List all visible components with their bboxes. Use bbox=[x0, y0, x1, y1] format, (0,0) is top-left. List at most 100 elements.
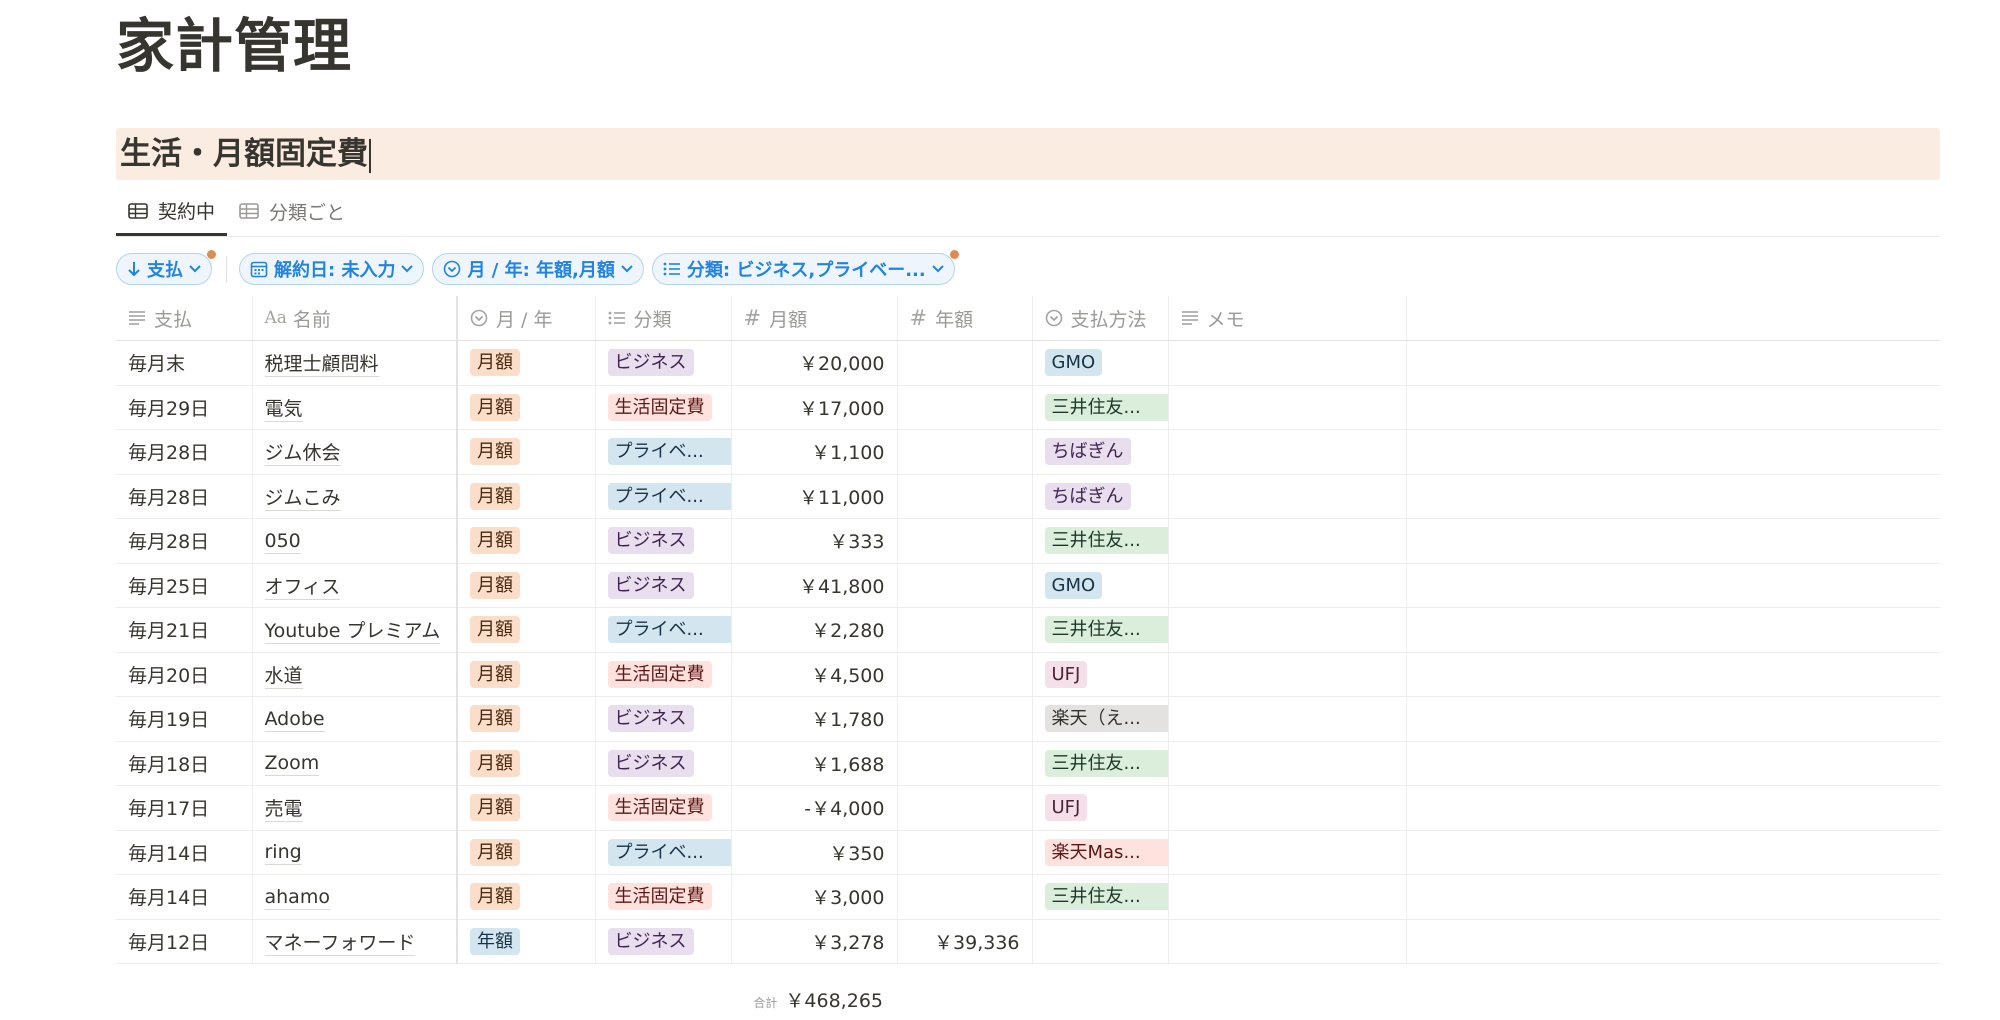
table-row[interactable]: 毎月25日 オフィス 月額 ビジネス ￥41,800 GMO bbox=[116, 563, 1940, 608]
monthly-total[interactable]: 合計 ￥468,265 bbox=[750, 986, 883, 1013]
cell-category[interactable]: ビジネス bbox=[595, 919, 732, 964]
cell-name[interactable]: Youtube プレミアム bbox=[252, 607, 458, 653]
cell-yearly[interactable] bbox=[897, 385, 1033, 430]
column-header-period[interactable]: 月 / 年 bbox=[457, 296, 596, 341]
tab-by-category[interactable]: 分類ごと bbox=[227, 188, 357, 234]
table-row[interactable]: 毎月28日 ジムこみ 月額 プライベ... ￥11,000 ちばぎん bbox=[116, 474, 1940, 519]
column-header-category[interactable]: 分類 bbox=[595, 296, 732, 341]
cell-name[interactable]: オフィス bbox=[252, 563, 458, 608]
cell-category[interactable]: ビジネス bbox=[595, 696, 732, 742]
page-title[interactable]: 家計管理 bbox=[116, 6, 352, 86]
cell-category[interactable]: ビジネス bbox=[595, 518, 732, 564]
cell-method[interactable]: GMO bbox=[1032, 563, 1169, 608]
column-header-monthly[interactable]: # 月額 bbox=[731, 296, 898, 341]
cell-yearly[interactable] bbox=[897, 607, 1033, 653]
cell-yearly[interactable]: ￥39,336 bbox=[897, 919, 1033, 964]
cell-name[interactable]: 電気 bbox=[252, 385, 458, 430]
cell-period[interactable]: 年額 bbox=[457, 919, 596, 964]
cell-method[interactable]: 三井住友... bbox=[1032, 385, 1169, 430]
cell-method[interactable]: UFJ bbox=[1032, 785, 1169, 831]
cell-monthly[interactable]: ￥1,688 bbox=[731, 741, 898, 786]
cell-memo[interactable] bbox=[1168, 385, 1407, 430]
table-row[interactable]: 毎月12日 マネーフォワード 年額 ビジネス ￥3,278 ￥39,336 bbox=[116, 919, 1940, 964]
table-row[interactable]: 毎月17日 売電 月額 生活固定費 -￥4,000 UFJ bbox=[116, 785, 1940, 831]
cell-memo[interactable] bbox=[1168, 474, 1407, 519]
cell-memo[interactable] bbox=[1168, 429, 1407, 475]
table-row[interactable]: 毎月19日 Adobe 月額 ビジネス ￥1,780 楽天（え... bbox=[116, 696, 1940, 742]
table-row[interactable]: 毎月14日 ahamo 月額 生活固定費 ￥3,000 三井住友... bbox=[116, 874, 1940, 920]
cell-yearly[interactable] bbox=[897, 874, 1033, 920]
cell-pay[interactable]: 毎月28日 bbox=[116, 474, 253, 519]
cell-category[interactable]: ビジネス bbox=[595, 563, 732, 608]
cell-name[interactable]: 水道 bbox=[252, 652, 458, 697]
cell-memo[interactable] bbox=[1168, 652, 1407, 697]
cell-pay[interactable]: 毎月20日 bbox=[116, 652, 253, 697]
cell-method[interactable] bbox=[1032, 919, 1169, 964]
filter-period[interactable]: 月 / 年: 年額,月額 bbox=[432, 253, 644, 285]
column-header-memo[interactable]: メモ bbox=[1168, 296, 1407, 341]
column-header-yearly[interactable]: # 年額 bbox=[897, 296, 1033, 341]
cell-pay[interactable]: 毎月18日 bbox=[116, 741, 253, 786]
tab-active-contracts[interactable]: 契約中 bbox=[116, 188, 228, 236]
table-row[interactable]: 毎月18日 Zoom 月額 ビジネス ￥1,688 三井住友... bbox=[116, 741, 1940, 786]
cell-monthly[interactable]: ￥1,780 bbox=[731, 696, 898, 742]
cell-method[interactable]: UFJ bbox=[1032, 652, 1169, 697]
cell-period[interactable]: 月額 bbox=[457, 474, 596, 519]
cell-name[interactable]: マネーフォワード bbox=[252, 919, 458, 964]
cell-category[interactable]: プライベ... bbox=[595, 429, 732, 475]
cell-category[interactable]: 生活固定費 bbox=[595, 874, 732, 920]
cell-monthly[interactable]: ￥3,000 bbox=[731, 874, 898, 920]
column-header-name[interactable]: Aa 名前 bbox=[252, 296, 458, 341]
cell-yearly[interactable] bbox=[897, 652, 1033, 697]
cell-period[interactable]: 月額 bbox=[457, 785, 596, 831]
filter-cancel-date[interactable]: 解約日: 未入力 bbox=[239, 253, 425, 285]
cell-memo[interactable] bbox=[1168, 518, 1407, 564]
cell-period[interactable]: 月額 bbox=[457, 340, 596, 386]
cell-method[interactable]: 三井住友... bbox=[1032, 741, 1169, 786]
cell-yearly[interactable] bbox=[897, 340, 1033, 386]
table-row[interactable]: 毎月28日 050 月額 ビジネス ￥333 三井住友... bbox=[116, 518, 1940, 564]
cell-name[interactable]: ジムこみ bbox=[252, 474, 458, 519]
cell-pay[interactable]: 毎月28日 bbox=[116, 429, 253, 475]
cell-method[interactable]: 楽天（え... bbox=[1032, 696, 1169, 742]
cell-name[interactable]: 050 bbox=[252, 518, 458, 564]
column-header-method[interactable]: 支払方法 bbox=[1032, 296, 1169, 341]
cell-method[interactable]: ちばぎん bbox=[1032, 474, 1169, 519]
cell-name[interactable]: 税理士顧問料 bbox=[252, 340, 458, 386]
cell-name[interactable]: ahamo bbox=[252, 874, 458, 920]
cell-method[interactable]: 三井住友... bbox=[1032, 607, 1169, 653]
cell-period[interactable]: 月額 bbox=[457, 830, 596, 875]
cell-category[interactable]: プライベ... bbox=[595, 830, 732, 875]
filter-category[interactable]: 分類: ビジネス,プライベー... bbox=[651, 250, 959, 285]
cell-yearly[interactable] bbox=[897, 741, 1033, 786]
cell-pay[interactable]: 毎月29日 bbox=[116, 385, 253, 430]
cell-period[interactable]: 月額 bbox=[457, 429, 596, 475]
cell-period[interactable]: 月額 bbox=[457, 385, 596, 430]
cell-category[interactable]: 生活固定費 bbox=[595, 785, 732, 831]
cell-pay[interactable]: 毎月14日 bbox=[116, 874, 253, 920]
cell-yearly[interactable] bbox=[897, 474, 1033, 519]
cell-category[interactable]: 生活固定費 bbox=[595, 652, 732, 697]
cell-pay[interactable]: 毎月14日 bbox=[116, 830, 253, 875]
cell-yearly[interactable] bbox=[897, 830, 1033, 875]
cell-name[interactable]: ジム休会 bbox=[252, 429, 458, 475]
cell-name[interactable]: Zoom bbox=[252, 741, 458, 786]
cell-pay[interactable]: 毎月21日 bbox=[116, 607, 253, 653]
cell-period[interactable]: 月額 bbox=[457, 696, 596, 742]
cell-name[interactable]: Adobe bbox=[252, 696, 458, 742]
cell-memo[interactable] bbox=[1168, 874, 1407, 920]
cell-category[interactable]: プライベ... bbox=[595, 607, 732, 653]
cell-pay[interactable]: 毎月17日 bbox=[116, 785, 253, 831]
cell-memo[interactable] bbox=[1168, 919, 1407, 964]
cell-yearly[interactable] bbox=[897, 785, 1033, 831]
cell-period[interactable]: 月額 bbox=[457, 607, 596, 653]
cell-period[interactable]: 月額 bbox=[457, 652, 596, 697]
table-row[interactable]: 毎月28日 ジム休会 月額 プライベ... ￥1,100 ちばぎん bbox=[116, 429, 1940, 475]
cell-monthly[interactable]: ￥1,100 bbox=[731, 429, 898, 475]
cell-period[interactable]: 月額 bbox=[457, 563, 596, 608]
cell-memo[interactable] bbox=[1168, 696, 1407, 742]
table-row[interactable]: 毎月20日 水道 月額 生活固定費 ￥4,500 UFJ bbox=[116, 652, 1940, 697]
cell-pay[interactable]: 毎月19日 bbox=[116, 696, 253, 742]
cell-memo[interactable] bbox=[1168, 830, 1407, 875]
cell-monthly[interactable]: ￥41,800 bbox=[731, 563, 898, 608]
